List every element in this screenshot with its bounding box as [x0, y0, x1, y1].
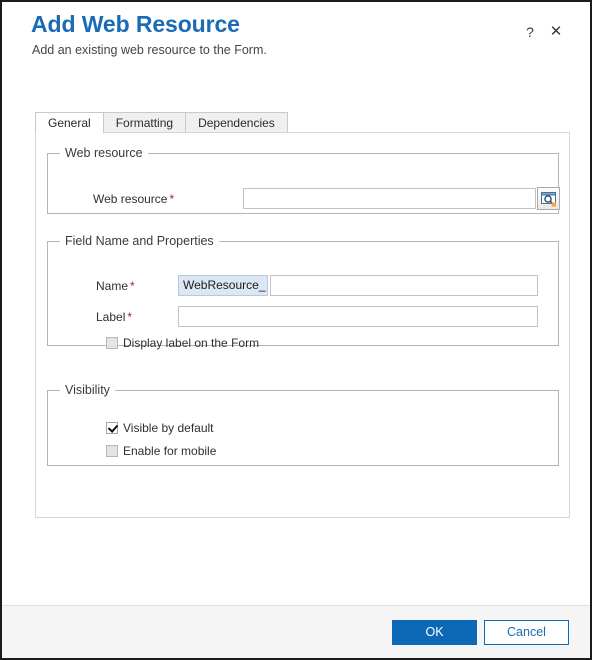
visible-by-default-label: Visible by default [123, 421, 214, 435]
name-prefix: WebResource_ [178, 275, 268, 296]
group-web-resource: Web resource Web resource * [47, 146, 560, 214]
label-input[interactable] [178, 306, 538, 327]
ok-button[interactable]: OK [392, 620, 477, 645]
help-icon[interactable]: ? [520, 22, 540, 42]
checkbox-checked-icon[interactable] [106, 422, 118, 434]
visible-by-default-checkbox-row[interactable]: Visible by default [106, 421, 214, 435]
page-title: Add Web Resource [31, 11, 240, 37]
required-marker: * [169, 192, 175, 206]
required-marker: * [130, 279, 135, 293]
group-field-name-and-properties: Field Name and Properties Name * WebResou… [47, 234, 559, 350]
dialog-header: Add Web Resource Add an existing web res… [2, 2, 590, 90]
lookup-browse-icon[interactable] [537, 187, 560, 210]
tab-panel-general: Web resource Web resource * Field Name an… [35, 132, 570, 518]
close-icon[interactable]: ✕ [546, 22, 566, 42]
web-resource-label-text: Web resource [93, 192, 168, 206]
group-field-name-legend: Field Name and Properties [65, 234, 214, 248]
tab-general[interactable]: General [35, 112, 104, 134]
display-label-on-form-label: Display label on the Form [123, 336, 260, 350]
tab-dependencies[interactable]: Dependencies [185, 112, 288, 133]
enable-for-mobile-label: Enable for mobile [123, 444, 217, 458]
cancel-button[interactable]: Cancel [484, 620, 569, 645]
enable-for-mobile-checkbox-row[interactable]: Enable for mobile [106, 444, 216, 458]
name-label-text: Name [96, 279, 129, 293]
name-field-label: Name * [96, 279, 135, 293]
group-web-resource-legend: Web resource [65, 146, 143, 160]
web-resource-input[interactable] [243, 188, 536, 209]
web-resource-field-label: Web resource * [93, 192, 174, 206]
checkbox-icon[interactable] [106, 337, 118, 349]
group-visibility: Visibility Visible by default Enable for… [47, 383, 559, 466]
display-label-on-form-checkbox-row[interactable]: Display label on the Form [106, 336, 259, 350]
name-input[interactable] [270, 275, 538, 296]
label-field-label: Label * [96, 310, 132, 324]
page-subtitle: Add an existing web resource to the Form… [32, 43, 267, 57]
label-label-text: Label [96, 310, 126, 324]
required-marker: * [127, 310, 133, 324]
add-web-resource-dialog: Add Web Resource Add an existing web res… [0, 0, 592, 660]
checkbox-icon[interactable] [106, 445, 118, 457]
group-visibility-legend: Visibility [65, 383, 110, 397]
tab-formatting[interactable]: Formatting [102, 112, 187, 133]
tab-bar: General Formatting Dependencies [35, 112, 570, 134]
dialog-footer: OK Cancel [2, 605, 590, 658]
